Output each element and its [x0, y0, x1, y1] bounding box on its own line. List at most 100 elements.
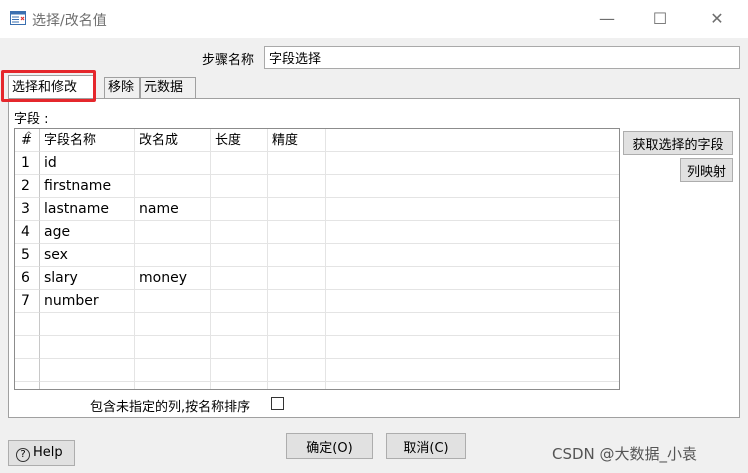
table-row[interactable]: 5 sex — [15, 244, 619, 267]
column-header-number[interactable]: ^ # — [15, 129, 40, 152]
table-row[interactable]: 1 id — [15, 152, 619, 175]
length-cell[interactable] — [211, 152, 268, 175]
rename-cell[interactable] — [135, 290, 211, 313]
get-selected-fields-button[interactable]: 获取选择的字段 — [623, 131, 733, 155]
field-name-cell[interactable] — [40, 359, 135, 382]
table-row[interactable]: 7 number — [15, 290, 619, 313]
help-button[interactable]: ? Help — [8, 440, 75, 466]
column-header-precision[interactable]: 精度 — [268, 129, 326, 152]
table-row[interactable] — [15, 382, 619, 389]
row-number[interactable] — [15, 336, 40, 359]
row-number[interactable]: 6 — [15, 267, 40, 290]
precision-cell[interactable] — [268, 175, 326, 198]
column-header-rename[interactable]: 改名成 — [135, 129, 211, 152]
field-name-cell[interactable]: sex — [40, 244, 135, 267]
precision-cell[interactable] — [268, 336, 326, 359]
length-cell[interactable] — [211, 290, 268, 313]
length-cell[interactable] — [211, 336, 268, 359]
table-row[interactable] — [15, 336, 619, 359]
table-header-row: ^ # 字段名称 改名成 长度 精度 — [15, 129, 619, 152]
field-name-cell[interactable] — [40, 313, 135, 336]
length-cell[interactable] — [211, 313, 268, 336]
column-header-field-name[interactable]: 字段名称 — [40, 129, 135, 152]
rename-cell[interactable]: money — [135, 267, 211, 290]
field-name-cell[interactable]: age — [40, 221, 135, 244]
precision-cell[interactable] — [268, 359, 326, 382]
rename-cell[interactable] — [135, 382, 211, 389]
row-number[interactable]: 2 — [15, 175, 40, 198]
cancel-button[interactable]: 取消(C) — [386, 433, 466, 459]
filler-cell — [326, 198, 619, 221]
row-number[interactable] — [15, 382, 40, 389]
window-title: 选择/改名值 — [32, 13, 107, 29]
field-name-cell[interactable]: number — [40, 290, 135, 313]
table-row[interactable]: 2 firstname — [15, 175, 619, 198]
include-unspecified-label: 包含未指定的列,按名称排序 — [90, 400, 251, 415]
table-row[interactable] — [15, 359, 619, 382]
filler-cell — [326, 175, 619, 198]
row-number[interactable]: 5 — [15, 244, 40, 267]
length-cell[interactable] — [211, 244, 268, 267]
rename-cell[interactable] — [135, 152, 211, 175]
rename-cell[interactable] — [135, 244, 211, 267]
field-name-cell[interactable]: firstname — [40, 175, 135, 198]
rename-cell[interactable] — [135, 221, 211, 244]
rename-cell[interactable] — [135, 359, 211, 382]
row-number[interactable] — [15, 313, 40, 336]
precision-cell[interactable] — [268, 313, 326, 336]
filler-cell — [326, 267, 619, 290]
include-unspecified-checkbox[interactable] — [271, 397, 284, 410]
length-cell[interactable] — [211, 221, 268, 244]
column-header-length[interactable]: 长度 — [211, 129, 268, 152]
field-name-cell[interactable]: slary — [40, 267, 135, 290]
field-name-cell[interactable] — [40, 382, 135, 389]
precision-cell[interactable] — [268, 290, 326, 313]
length-cell[interactable] — [211, 359, 268, 382]
title-bar: 选择/改名值 — ☐ ✕ — [0, 0, 748, 38]
table-row[interactable]: 6 slary money — [15, 267, 619, 290]
length-cell[interactable] — [211, 175, 268, 198]
table-row[interactable]: 3 lastname name — [15, 198, 619, 221]
rename-cell[interactable]: name — [135, 198, 211, 221]
row-number[interactable]: 1 — [15, 152, 40, 175]
filler-cell — [326, 359, 619, 382]
table-row[interactable] — [15, 313, 619, 336]
precision-cell[interactable] — [268, 152, 326, 175]
filler-cell — [326, 152, 619, 175]
column-mapping-button[interactable]: 列映射 — [680, 158, 733, 182]
table-row[interactable]: 4 age — [15, 221, 619, 244]
row-number[interactable]: 3 — [15, 198, 40, 221]
filler-cell — [326, 336, 619, 359]
fields-table[interactable]: ^ # 字段名称 改名成 长度 精度 1 id 2 firstname 3 lastnam… — [14, 128, 620, 390]
filler-cell — [326, 382, 619, 389]
length-cell[interactable] — [211, 382, 268, 389]
help-label: Help — [33, 444, 63, 460]
precision-cell[interactable] — [268, 221, 326, 244]
help-icon: ? — [16, 447, 30, 462]
minimize-button[interactable]: — — [589, 6, 625, 32]
rename-cell[interactable] — [135, 313, 211, 336]
ok-button[interactable]: 确定(O) — [286, 433, 373, 459]
filler-cell — [326, 221, 619, 244]
precision-cell[interactable] — [268, 244, 326, 267]
rename-cell[interactable] — [135, 175, 211, 198]
field-name-cell[interactable]: id — [40, 152, 135, 175]
maximize-button[interactable]: ☐ — [642, 6, 678, 32]
row-number[interactable]: 4 — [15, 221, 40, 244]
rename-cell[interactable] — [135, 336, 211, 359]
close-button[interactable]: ✕ — [699, 6, 735, 32]
field-name-cell[interactable] — [40, 336, 135, 359]
precision-cell[interactable] — [268, 382, 326, 389]
row-number[interactable]: 7 — [15, 290, 40, 313]
step-name-input[interactable] — [264, 46, 740, 69]
step-name-label: 步骤名称 — [202, 53, 255, 68]
row-number[interactable] — [15, 359, 40, 382]
tab-metadata[interactable]: 元数据 — [140, 77, 196, 98]
precision-cell[interactable] — [268, 267, 326, 290]
precision-cell[interactable] — [268, 198, 326, 221]
tab-remove[interactable]: 移除 — [104, 77, 140, 98]
length-cell[interactable] — [211, 267, 268, 290]
field-name-cell[interactable]: lastname — [40, 198, 135, 221]
sort-caret-icon: ^ — [25, 131, 33, 141]
length-cell[interactable] — [211, 198, 268, 221]
